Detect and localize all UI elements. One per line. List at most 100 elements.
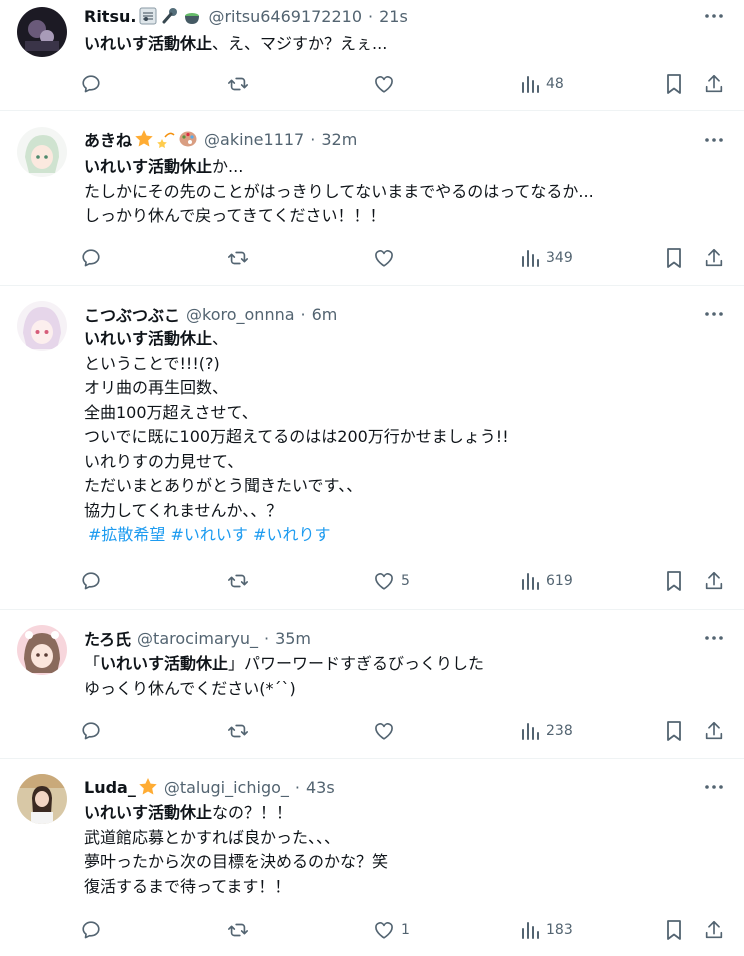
retweet-button[interactable] xyxy=(226,567,256,595)
tweet-text: いれいす活動休止、 ということで!!!(?) オリ曲の再生回数、 全曲100万超… xyxy=(84,327,724,548)
tweet[interactable]: Ritsu. @ritsu6469172210 · 21s いれいす活動休止、え… xyxy=(0,0,744,111)
share-button[interactable] xyxy=(703,717,725,745)
reply-button[interactable] xyxy=(80,567,108,595)
user-handle[interactable]: @talugi_ichigo_ xyxy=(164,778,289,797)
retweet-button[interactable] xyxy=(226,70,256,98)
tweet-line: 復活するまで待ってます！！ xyxy=(84,876,291,896)
tweet[interactable]: たろ氏 @tarocimaryu_ · 35m 「いれいす活動休止」パワーワード… xyxy=(0,610,744,759)
views-button[interactable]: 619 xyxy=(520,567,573,595)
like-button[interactable]: 1 xyxy=(373,916,410,944)
tweet-text: 「いれいす活動休止」パワーワードすぎるびっくりした ゆっくり休んでください(*´… xyxy=(84,652,724,701)
more-options-icon[interactable] xyxy=(702,775,726,799)
reply-button[interactable] xyxy=(80,70,108,98)
hashtag-link[interactable]: #いれいす xyxy=(171,525,248,544)
user-handle[interactable]: @tarocimaryu_ xyxy=(137,629,258,648)
user-handle[interactable]: @koro_onnna xyxy=(186,305,295,324)
display-name[interactable]: Luda_ xyxy=(84,778,136,797)
like-button[interactable]: 5 xyxy=(373,567,410,595)
display-name[interactable]: たろ氏 xyxy=(84,626,131,650)
timestamp[interactable]: 43s xyxy=(306,778,335,797)
reply-button[interactable] xyxy=(80,916,108,944)
timestamp[interactable]: 32m xyxy=(321,130,357,149)
share-icon xyxy=(703,919,725,941)
avatar[interactable] xyxy=(17,7,67,57)
hashtag-link[interactable]: #いれりす xyxy=(253,525,330,544)
tweet-line: ということで!!!(?) xyxy=(84,353,220,373)
tweet[interactable]: あきね @akine1117 · 32m いれいす活動休止か... たしかにその… xyxy=(0,111,744,286)
more-options-icon[interactable] xyxy=(702,128,726,152)
like-button[interactable] xyxy=(373,244,401,272)
timestamp[interactable]: 6m xyxy=(312,305,338,324)
tweet-bold-text: いれいす活動休止 xyxy=(100,654,229,673)
tweet-line: 武道館応募とかすれば良かった、、、 xyxy=(84,827,341,847)
avatar[interactable] xyxy=(17,625,67,675)
views-button[interactable]: 349 xyxy=(520,244,573,272)
share-button[interactable] xyxy=(703,567,725,595)
retweet-button[interactable] xyxy=(226,244,256,272)
tweet-bold-text: いれいす活動休止 xyxy=(84,803,213,822)
retweet-button[interactable] xyxy=(226,916,256,944)
bookmark-button[interactable] xyxy=(664,70,684,98)
views-count: 48 xyxy=(546,76,564,92)
timestamp[interactable]: 21s xyxy=(379,7,408,26)
hashtag-row: #拡散希望 #いれいす #いれりす xyxy=(84,523,724,548)
display-name[interactable]: あきね xyxy=(84,127,132,151)
display-name[interactable]: こつぶつぶこ xyxy=(84,302,180,326)
tweet-bold-text: いれいす活動休止 xyxy=(84,157,213,176)
tweet-bold-text: いれいす活動休止 xyxy=(84,329,213,348)
share-button[interactable] xyxy=(703,244,725,272)
bookmark-icon xyxy=(664,570,684,592)
avatar[interactable] xyxy=(17,301,67,351)
views-count: 619 xyxy=(546,573,573,589)
avatar[interactable] xyxy=(17,774,67,824)
views-button[interactable]: 48 xyxy=(520,70,564,98)
tweet[interactable]: Luda_ @talugi_ichigo_ · 43s いれいす活動休止なの？！… xyxy=(0,759,744,956)
separator-dot: · xyxy=(300,304,306,324)
share-button[interactable] xyxy=(703,70,725,98)
like-count: 5 xyxy=(401,573,410,589)
tweet-line: ゆっくり休んでください(*´`) xyxy=(84,678,296,698)
reply-button[interactable] xyxy=(80,717,108,745)
reply-button[interactable] xyxy=(80,244,108,272)
bookmark-button[interactable] xyxy=(664,916,684,944)
avatar[interactable] xyxy=(17,127,67,177)
tweet-line: ついでに既に100万超えてるのはは200万行かせましょう!! xyxy=(84,427,509,446)
tweet-line: なの？！！ xyxy=(212,803,293,822)
tweet[interactable]: こつぶつぶこ @koro_onnna · 6m いれいす活動休止、 ということで… xyxy=(0,286,744,610)
action-bar: 5 619 xyxy=(80,567,730,595)
user-handle[interactable]: @ritsu6469172210 xyxy=(208,7,362,26)
share-icon xyxy=(703,247,725,269)
share-button[interactable] xyxy=(703,916,725,944)
more-options-icon[interactable] xyxy=(702,626,726,650)
views-chart-icon xyxy=(520,920,540,940)
bookmark-button[interactable] xyxy=(664,567,684,595)
matcha-icon xyxy=(182,6,202,26)
separator-dot: · xyxy=(310,129,316,149)
tweet-header: Ritsu. @ritsu6469172210 · 21s xyxy=(84,5,408,27)
views-button[interactable]: 238 xyxy=(520,717,573,745)
like-button[interactable] xyxy=(373,70,401,98)
display-name[interactable]: Ritsu. xyxy=(84,7,136,26)
user-handle[interactable]: @akine1117 xyxy=(204,130,304,149)
retweet-button[interactable] xyxy=(226,717,256,745)
hashtag-link[interactable]: #拡散希望 xyxy=(88,525,165,544)
tweet-line: ただいまとありがとう聞きたいです、、 xyxy=(84,476,363,495)
bookmark-button[interactable] xyxy=(664,244,684,272)
views-chart-icon xyxy=(520,248,540,268)
views-count: 238 xyxy=(546,723,573,739)
more-options-icon[interactable] xyxy=(702,302,726,326)
action-bar: 1 183 xyxy=(80,916,730,944)
bookmark-button[interactable] xyxy=(664,717,684,745)
tweet-line: か... xyxy=(212,157,244,176)
like-button[interactable] xyxy=(373,717,401,745)
views-chart-icon xyxy=(520,571,540,591)
retweet-icon xyxy=(226,720,250,742)
heart-icon xyxy=(373,247,395,269)
more-options-icon[interactable] xyxy=(702,4,726,28)
views-chart-icon xyxy=(520,721,540,741)
tweet-header: Luda_ @talugi_ichigo_ · 43s xyxy=(84,776,335,798)
timestamp[interactable]: 35m xyxy=(275,629,311,648)
views-button[interactable]: 183 xyxy=(520,916,573,944)
tweet-text: いれいす活動休止か... たしかにその先のことがはっきりしてないままでやるのはっ… xyxy=(84,155,724,229)
retweet-icon xyxy=(226,919,250,941)
